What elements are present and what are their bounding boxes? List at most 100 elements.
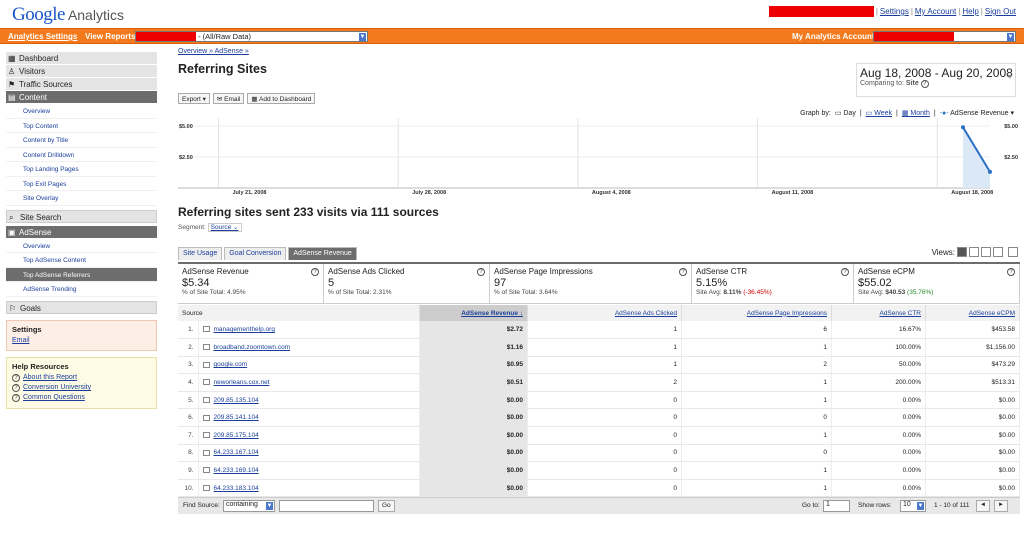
table-cell: $0.00	[419, 444, 528, 463]
prev-page-button[interactable]: ◄	[976, 500, 990, 512]
accounts-select[interactable]: ▼	[873, 31, 1016, 42]
pie-view-icon[interactable]	[969, 247, 979, 257]
sidebar-item-site-search[interactable]: ⌕ Site Search	[6, 209, 157, 223]
containing-select[interactable]: containing ▼	[223, 500, 275, 512]
sidebar-subitem[interactable]: Top Exit Pages	[6, 177, 157, 191]
profile-select[interactable]: - (All/Raw Data) ▼	[135, 31, 368, 42]
next-page-button[interactable]: ►	[994, 500, 1008, 512]
table-cell: $0.00	[925, 426, 1020, 445]
about-report-link[interactable]: About this Report	[23, 374, 77, 381]
date-range-picker[interactable]: Aug 18, 2008 - Aug 20, 2008 Comparing to…	[856, 63, 1016, 97]
person-icon: ♙	[8, 67, 16, 76]
analytics-settings-link[interactable]: Analytics Settings	[8, 32, 77, 41]
metric-subtext: Site Avg: 8.11% (-36.45%)	[696, 289, 849, 296]
table-cell: 1	[681, 461, 832, 480]
sidebar-subitem[interactable]: Top Landing Pages	[6, 162, 157, 177]
external-link-icon[interactable]	[202, 379, 210, 386]
tab-goal-conversion[interactable]: Goal Conversion	[224, 247, 287, 260]
tab-site-usage[interactable]: Site Usage	[178, 247, 223, 260]
table-row: 4. neworleans.cox.net $0.51 2 1 200.00% $513.3…	[178, 373, 1020, 392]
export-button[interactable]: Export ▾	[178, 93, 210, 104]
source-link[interactable]: 209.85.135.104	[214, 397, 259, 404]
chevron-down-icon: ▾	[1007, 72, 1012, 81]
help-icon[interactable]: ?	[679, 268, 687, 276]
email-button[interactable]: ✉ Email	[212, 93, 245, 104]
source-link[interactable]: google.com	[214, 361, 248, 368]
column-header[interactable]: AdSense Ads Clicked	[527, 305, 682, 321]
data-point[interactable]	[961, 125, 965, 130]
external-link-icon[interactable]	[202, 361, 210, 368]
graph-metric-select[interactable]: -●- AdSense Revenue ▾	[940, 109, 1014, 117]
help-icon[interactable]: ?	[477, 268, 485, 276]
column-header[interactable]: AdSense Revenue ↓	[419, 305, 528, 321]
sidebar-item-dashboard[interactable]: ▦ Dashboard	[6, 52, 157, 65]
help-link[interactable]: Help	[962, 7, 978, 16]
metric-title: AdSense Page Impressions	[494, 267, 593, 276]
metric-value: 5.15%	[696, 277, 728, 289]
external-link-icon[interactable]	[202, 414, 210, 421]
sidebar-subitem[interactable]: AdSense Trending	[6, 282, 157, 297]
source-link[interactable]: 64.233.183.104	[214, 485, 259, 492]
external-link-icon[interactable]	[202, 326, 210, 333]
x-tick-label: July 28, 2008	[412, 190, 446, 196]
graph-week-option[interactable]: ▭ Week	[866, 109, 892, 117]
comparison-view-icon[interactable]	[993, 247, 1003, 257]
go-button[interactable]: Go	[378, 500, 395, 512]
source-link[interactable]: 64.233.167.104	[214, 449, 259, 456]
source-link[interactable]: neworleans.cox.net	[214, 379, 270, 386]
column-header[interactable]: AdSense CTR	[831, 305, 926, 321]
source-link[interactable]: 64.233.169.104	[214, 467, 259, 474]
segment-select[interactable]: Source ⌄	[207, 223, 242, 232]
graph-month-option[interactable]: ▦ Month	[902, 109, 930, 117]
data-point[interactable]	[988, 169, 992, 174]
sidebar-subitem[interactable]: Top AdSense Content	[6, 253, 157, 268]
sidebar-item-goals[interactable]: ⚐ Goals	[6, 300, 157, 314]
column-header[interactable]: Source	[178, 305, 420, 321]
breadcrumb[interactable]: Overview » AdSense »	[178, 48, 1018, 55]
metric-title: AdSense eCPM	[858, 267, 915, 276]
sidebar-item-traffic-sources[interactable]: ⚑ Traffic Sources	[6, 78, 157, 91]
sidebar-subitem[interactable]: Overview	[6, 239, 157, 253]
graph-day-option[interactable]: ▭ Day	[835, 109, 856, 117]
find-source-input[interactable]	[279, 500, 374, 512]
external-link-icon[interactable]	[202, 484, 210, 491]
sidebar-subitem[interactable]: Top Content	[6, 119, 157, 133]
column-header[interactable]: AdSense Page Impressions	[681, 305, 832, 321]
source-link[interactable]: broadband.zoomtown.com	[214, 344, 291, 351]
source-link[interactable]: managementhelp.org	[214, 326, 275, 333]
sidebar-subitem[interactable]: Site Overlay	[6, 191, 157, 206]
sidebar-subitem[interactable]: Top AdSense Referrers	[6, 267, 157, 282]
external-link-icon[interactable]	[202, 449, 210, 456]
metric-subtext: % of Site Total: 4.95%	[182, 289, 319, 296]
add-to-dashboard-button[interactable]: ▦ Add to Dashboard	[247, 93, 316, 104]
help-icon[interactable]: ?	[311, 268, 319, 276]
sidebar-item-visitors[interactable]: ♙ Visitors	[6, 65, 157, 78]
source-link[interactable]: 209.85.175.104	[214, 432, 259, 439]
external-link-icon[interactable]	[202, 396, 210, 403]
sidebar-subitem[interactable]: Content Drilldown	[6, 148, 157, 162]
sidebar-item-content[interactable]: ▤ Content	[6, 91, 157, 104]
my-account-link[interactable]: My Account	[915, 7, 956, 16]
external-link-icon[interactable]	[202, 344, 210, 351]
help-icon[interactable]: ?	[841, 268, 849, 276]
sidebar-item-adsense[interactable]: ▣ AdSense	[6, 225, 157, 239]
email-settings-link[interactable]: Email	[12, 337, 30, 344]
conversion-university-link[interactable]: Conversion University	[23, 384, 91, 391]
external-link-icon[interactable]	[202, 432, 210, 439]
sidebar-subitem[interactable]: Content by Title	[6, 133, 157, 148]
column-header[interactable]: AdSense eCPM	[925, 305, 1020, 321]
redacted-profile	[136, 32, 196, 41]
help-icon[interactable]: ?	[1007, 268, 1015, 276]
performance-view-icon[interactable]	[981, 247, 991, 257]
go-to-input[interactable]: 1	[823, 500, 850, 512]
source-link[interactable]: 209.85.141.104	[214, 414, 259, 421]
common-questions-link[interactable]: Common Questions	[23, 394, 85, 401]
external-link-icon[interactable]	[202, 467, 210, 474]
sign-out-link[interactable]: Sign Out	[985, 7, 1016, 16]
tab-adsense-revenue[interactable]: AdSense Revenue	[288, 247, 357, 260]
pivot-view-icon[interactable]	[1008, 247, 1018, 257]
show-rows-select[interactable]: 10 ▼	[900, 500, 926, 512]
settings-link[interactable]: Settings	[880, 7, 909, 16]
table-view-icon[interactable]	[957, 247, 967, 257]
sidebar-subitem[interactable]: Overview	[6, 104, 157, 119]
